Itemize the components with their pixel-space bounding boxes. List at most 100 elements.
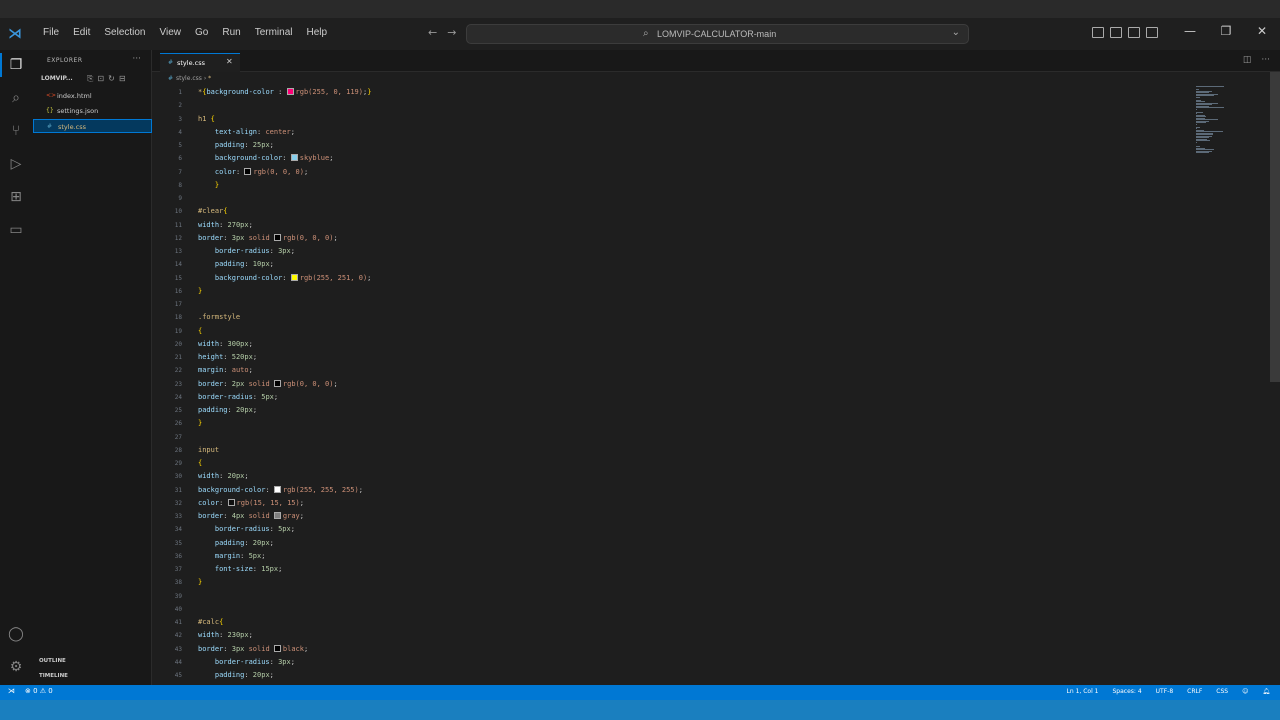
extensions-icon[interactable]: ⊞ [7, 188, 25, 206]
menu-run[interactable]: Run [215, 27, 247, 38]
color-swatch[interactable] [244, 167, 252, 175]
problems-indicator[interactable]: ⊗ 0 ⚠ 0 [25, 687, 53, 695]
color-swatch[interactable] [273, 233, 281, 241]
breadcrumb-symbol[interactable]: * [208, 75, 211, 82]
code-token: padding [198, 260, 245, 269]
explorer-icon[interactable]: ❐ [0, 53, 25, 77]
code-text: border: 2px solid rgb(0, 0, 0); [198, 378, 338, 391]
file-item[interactable]: {} settings.json [33, 104, 152, 118]
gear-icon[interactable]: ⚙ [7, 658, 25, 676]
line-number: 43 [174, 645, 182, 653]
line-number: 33 [174, 513, 182, 520]
color-swatch[interactable] [273, 379, 281, 387]
toggle-primary-sidebar-icon[interactable] [1092, 27, 1104, 38]
scrollbar-thumb[interactable] [1270, 72, 1280, 382]
menu-go[interactable]: Go [188, 27, 215, 38]
code-token: .formstyle [198, 313, 241, 322]
color-swatch[interactable] [290, 273, 298, 281]
file-item[interactable]: # style.css [33, 119, 152, 133]
menu-help[interactable]: Help [300, 27, 335, 38]
code-token: ; [269, 260, 274, 269]
new-folder-icon[interactable]: ⊡ [97, 74, 104, 84]
source-control-icon[interactable]: ⑂ [7, 122, 25, 140]
minimap-line [1196, 111, 1203, 113]
code-token: rgb(0, 0, 0) [282, 233, 334, 242]
chevron-down-icon[interactable]: ⌄ [952, 27, 960, 38]
color-swatch[interactable] [273, 512, 281, 519]
run-debug-icon[interactable]: ▷ [7, 155, 25, 173]
code-token: : [282, 273, 291, 282]
code-token: 230px [227, 631, 249, 640]
feedback-icon[interactable]: ☺ [1242, 688, 1248, 695]
toggle-panel-icon[interactable] [1110, 27, 1122, 38]
code-line: 5 padding: 25px; [152, 139, 1192, 152]
line-number: 2 [178, 102, 182, 110]
split-editor-icon[interactable]: ◫ [1243, 55, 1252, 65]
color-swatch[interactable] [227, 498, 235, 506]
color-swatch[interactable] [273, 485, 281, 493]
workspace-folder[interactable]: LOMVIP... ⎘ ⊡ ↻ ⊟ [33, 73, 152, 87]
code-token: : [223, 379, 232, 388]
code-text: background-color: skyblue; [198, 152, 333, 165]
code-token: rgb(255, 251, 0) [299, 273, 368, 282]
menu-file[interactable]: File [36, 27, 66, 38]
menu-edit[interactable]: Edit [66, 27, 97, 38]
encoding[interactable]: UTF-8 [1156, 688, 1174, 695]
code-token: 5px [261, 392, 274, 401]
menu-view[interactable]: View [153, 27, 189, 38]
refresh-icon[interactable]: ↻ [108, 74, 115, 84]
folder-actions: ⎘ ⊡ ↻ ⊟ [87, 74, 126, 84]
file-item[interactable]: <> index.html [33, 89, 152, 103]
language-mode[interactable]: CSS [1216, 688, 1228, 695]
code-text: input [198, 444, 219, 457]
outline-section[interactable]: OUTLINE [33, 655, 152, 668]
code-editor[interactable]: 1 *{background-color : rgb(255, 0, 119);}… [152, 86, 1192, 684]
breadcrumb-file[interactable]: style.css [176, 75, 202, 82]
remote-explorer-icon[interactable]: ▭ [7, 221, 25, 239]
end-of-line[interactable]: CRLF [1187, 688, 1202, 695]
account-icon[interactable]: ◯ [7, 625, 25, 643]
code-token: ; [290, 525, 295, 534]
indentation[interactable]: Spaces: 4 [1112, 688, 1141, 695]
remote-indicator-icon[interactable]: ⋊ [8, 687, 15, 695]
line-number: 39 [174, 592, 182, 600]
tab-style-css[interactable]: # style.css ✕ [160, 53, 240, 72]
forward-arrow-icon[interactable]: → [447, 26, 456, 39]
timeline-section[interactable]: TIMELINE [33, 670, 152, 683]
cursor-position[interactable]: Ln 1, Col 1 [1067, 688, 1099, 695]
close-tab-icon[interactable]: ✕ [226, 57, 233, 66]
search-icon: ⌕ [643, 28, 649, 39]
line-number: 14 [174, 261, 182, 269]
code-token: ; [248, 366, 253, 375]
code-line: 10 #clear{ [152, 205, 1192, 218]
collapse-all-icon[interactable]: ⊟ [119, 74, 126, 84]
close-icon[interactable]: ✕ [1244, 24, 1280, 38]
minimize-icon[interactable]: — [1172, 24, 1208, 38]
menu-terminal[interactable]: Terminal [248, 27, 300, 38]
code-token: solid [248, 512, 274, 520]
minimap[interactable] [1192, 86, 1268, 156]
code-token: { [219, 618, 224, 626]
code-token: background-color [198, 273, 283, 282]
line-number: 38 [174, 579, 182, 587]
code-line: 13 border-radius: 3px; [152, 245, 1192, 258]
menu-selection[interactable]: Selection [97, 27, 152, 38]
search-icon[interactable]: ⌕ [7, 89, 25, 107]
code-token: : [240, 551, 249, 560]
code-text: margin: 5px; [198, 550, 266, 563]
code-token: : [235, 167, 245, 176]
line-number: 30 [174, 473, 182, 481]
restore-icon[interactable]: ❐ [1208, 24, 1244, 38]
back-arrow-icon[interactable]: ← [428, 26, 437, 39]
command-center[interactable]: ⌕ LOMVIP-CALCULATOR-main ⌄ [466, 24, 969, 44]
customize-layout-icon[interactable] [1146, 27, 1158, 38]
color-swatch[interactable] [290, 154, 298, 162]
more-actions-icon[interactable]: ··· [132, 54, 141, 64]
code-token: ; [290, 247, 295, 255]
color-swatch[interactable] [273, 644, 281, 652]
more-actions-icon[interactable]: ··· [1261, 55, 1270, 65]
toggle-secondary-sidebar-icon[interactable] [1128, 27, 1140, 38]
notifications-icon[interactable]: 🔔︎ [1262, 688, 1270, 695]
color-swatch[interactable] [286, 88, 294, 95]
new-file-icon[interactable]: ⎘ [87, 74, 93, 84]
